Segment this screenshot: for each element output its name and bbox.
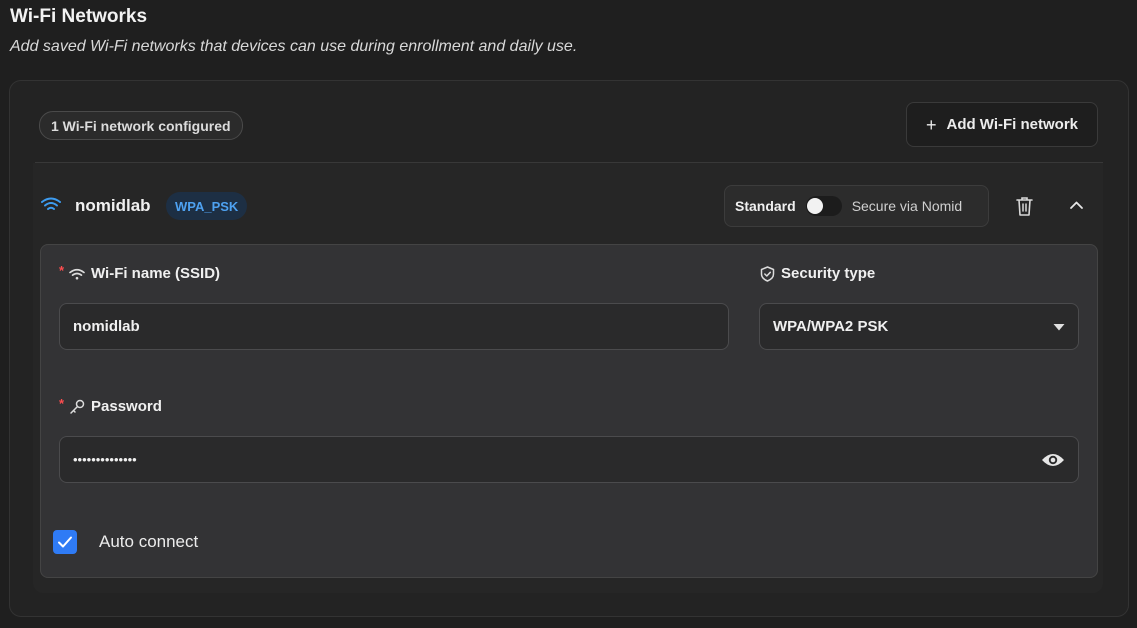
- auto-connect-checkbox[interactable]: [53, 530, 77, 554]
- page-title: Wi-Fi Networks: [10, 6, 148, 27]
- ssid-input[interactable]: nomidlab: [59, 303, 729, 350]
- caret-down-icon: [1053, 323, 1065, 330]
- security-type-label-text: Security type: [781, 265, 876, 282]
- chevron-up-icon[interactable]: [1068, 198, 1085, 212]
- password-masked-value: ••••••••••••••: [73, 452, 137, 467]
- security-type-label: Security type: [760, 265, 875, 282]
- add-wifi-network-label: Add Wi-Fi network: [946, 116, 1079, 133]
- password-label: Password: [69, 398, 162, 415]
- security-type-badge: WPA_PSK: [166, 192, 248, 220]
- check-icon: [58, 536, 72, 548]
- password-label-text: Password: [91, 398, 162, 415]
- wifi-icon: [41, 197, 61, 210]
- wifi-small-icon: [69, 268, 85, 279]
- mode-secure-label: Secure via Nomid: [851, 198, 963, 214]
- shield-icon: [760, 265, 775, 282]
- network-count-badge: 1 Wi-Fi network configured: [39, 111, 243, 140]
- ssid-label: Wi-Fi name (SSID): [69, 265, 220, 282]
- plus-icon: +: [925, 114, 937, 135]
- network-form-panel: [40, 244, 1098, 578]
- password-input[interactable]: ••••••••••••••: [59, 436, 1079, 483]
- required-marker: *: [59, 396, 65, 411]
- switch-knob: [806, 198, 823, 214]
- key-icon: [70, 399, 85, 414]
- security-type-value: WPA/WPA2 PSK: [773, 318, 889, 335]
- network-name[interactable]: nomidlab: [75, 196, 151, 216]
- mode-switch[interactable]: [805, 196, 842, 216]
- page-subtitle: Add saved Wi-Fi networks that devices ca…: [10, 38, 578, 55]
- ssid-label-text: Wi-Fi name (SSID): [91, 265, 221, 282]
- eye-icon[interactable]: [1041, 452, 1065, 468]
- required-marker: *: [59, 263, 65, 278]
- trash-icon[interactable]: [1015, 196, 1034, 217]
- security-type-select[interactable]: WPA/WPA2 PSK: [759, 303, 1079, 350]
- add-wifi-network-button[interactable]: + Add Wi-Fi network: [906, 102, 1098, 147]
- connection-mode-toggle[interactable]: Standard Secure via Nomid: [724, 185, 989, 227]
- mode-standard-label: Standard: [735, 198, 796, 214]
- auto-connect-label[interactable]: Auto connect: [99, 532, 198, 552]
